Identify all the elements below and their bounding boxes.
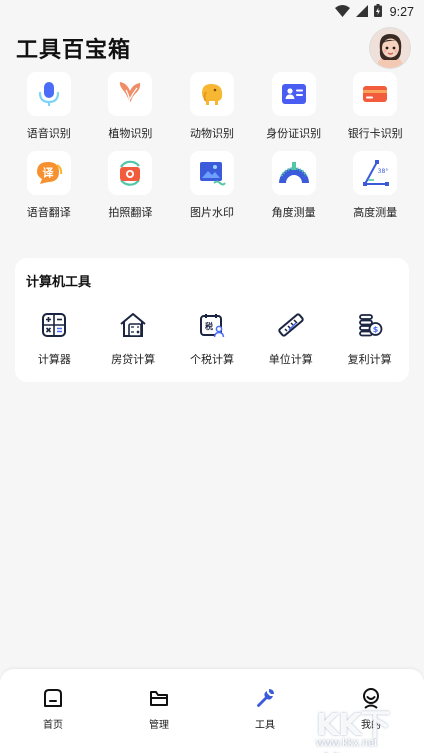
status-bar: 9:27 — [0, 0, 424, 24]
tool-unit-converter[interactable]: 单位计算 — [251, 310, 330, 367]
tool-height-measure[interactable]: 38° 高度测量 — [334, 151, 416, 220]
wifi-icon — [334, 4, 350, 20]
section-title: 计算机工具 — [26, 275, 92, 290]
id-card-icon — [271, 72, 316, 116]
tool-tax-calculator[interactable]: 税 个税计算 — [173, 310, 252, 367]
elephant-icon — [189, 72, 234, 116]
avatar[interactable] — [370, 28, 410, 68]
tool-label: 角度测量 — [271, 206, 316, 219]
tab-label: 我的 — [361, 720, 381, 731]
page-header: 工具百宝箱 — [0, 24, 424, 72]
signal-icon — [355, 4, 368, 20]
tab-tools[interactable]: 工具 — [212, 669, 318, 753]
tool-label: 计算器 — [37, 353, 71, 366]
tab-label: 工具 — [255, 720, 275, 731]
clock: 9:27 — [389, 5, 414, 19]
svg-text:38°: 38° — [378, 168, 389, 175]
tool-label: 语音翻译 — [26, 206, 71, 219]
calculator-tools-row: 计算器 房贷计算 税 个税计算 单位计算 $ 复利计算 — [15, 310, 409, 367]
bank-card-icon — [353, 72, 398, 116]
tools-grid: 语音识别 植物识别 动物识别 身份证识别 银行卡识别 译 语音翻译 拍照翻译 图… — [0, 72, 424, 220]
tool-voice-translate[interactable]: 译 语音翻译 — [8, 151, 90, 220]
tool-label: 动物识别 — [189, 127, 234, 140]
tab-label: 首页 — [43, 720, 63, 731]
tab-manage[interactable]: 管理 — [106, 669, 212, 753]
image-watermark-icon — [189, 151, 234, 195]
house-calculator-icon — [118, 310, 148, 340]
battery-icon — [373, 4, 382, 20]
tool-label: 房贷计算 — [111, 353, 156, 366]
coins-icon: $ — [355, 310, 385, 340]
tool-id-card-recognition[interactable]: 身份证识别 — [253, 72, 335, 141]
translate-bubble-icon: 译 — [26, 151, 71, 195]
calculator-tools-card: 计算机工具 计算器 房贷计算 税 个税计算 单位计算 $ 复利计算 — [15, 258, 409, 382]
user-icon — [359, 686, 383, 710]
tool-plant-recognition[interactable]: 植物识别 — [90, 72, 172, 141]
plant-icon — [108, 72, 153, 116]
svg-text:$: $ — [372, 325, 378, 334]
protractor-icon — [271, 151, 316, 195]
tool-animal-recognition[interactable]: 动物识别 — [171, 72, 253, 141]
svg-text:税: 税 — [205, 321, 213, 331]
tab-profile[interactable]: 我的 — [318, 669, 424, 753]
folder-icon — [147, 686, 171, 710]
tool-voice-recognition[interactable]: 语音识别 — [8, 72, 90, 141]
tool-label: 个税计算 — [189, 353, 234, 366]
tool-compound-interest[interactable]: $ 复利计算 — [330, 310, 409, 367]
wrench-icon — [253, 686, 277, 710]
svg-text:译: 译 — [42, 167, 54, 180]
tool-label: 图片水印 — [189, 206, 234, 219]
tool-angle-measure[interactable]: 角度测量 — [253, 151, 335, 220]
tab-label: 管理 — [149, 720, 169, 731]
home-icon — [41, 686, 65, 710]
tool-label: 银行卡识别 — [347, 127, 403, 140]
tool-bank-card-recognition[interactable]: 银行卡识别 — [334, 72, 416, 141]
tool-label: 植物识别 — [108, 127, 153, 140]
tool-label: 身份证识别 — [266, 127, 322, 140]
ruler-icon — [276, 310, 306, 340]
tool-photo-translate[interactable]: 拍照翻译 — [90, 151, 172, 220]
tax-calendar-icon: 税 — [197, 310, 227, 340]
tab-home[interactable]: 首页 — [0, 669, 106, 753]
tool-calculator[interactable]: 计算器 — [15, 310, 94, 367]
calculator-icon — [39, 310, 69, 340]
tool-label: 语音识别 — [26, 127, 71, 140]
tool-mortgage-calculator[interactable]: 房贷计算 — [94, 310, 173, 367]
tool-label: 高度测量 — [353, 206, 398, 219]
bottom-tab-bar: 首页 管理 工具 我的 — [0, 669, 424, 753]
height-measure-icon: 38° — [353, 151, 398, 195]
tool-label: 拍照翻译 — [108, 206, 153, 219]
tool-label: 单位计算 — [268, 353, 313, 366]
microphone-icon — [26, 72, 71, 116]
camera-translate-icon — [108, 151, 153, 195]
tool-image-watermark[interactable]: 图片水印 — [171, 151, 253, 220]
page-title: 工具百宝箱 — [16, 38, 132, 63]
tool-label: 复利计算 — [347, 353, 392, 366]
